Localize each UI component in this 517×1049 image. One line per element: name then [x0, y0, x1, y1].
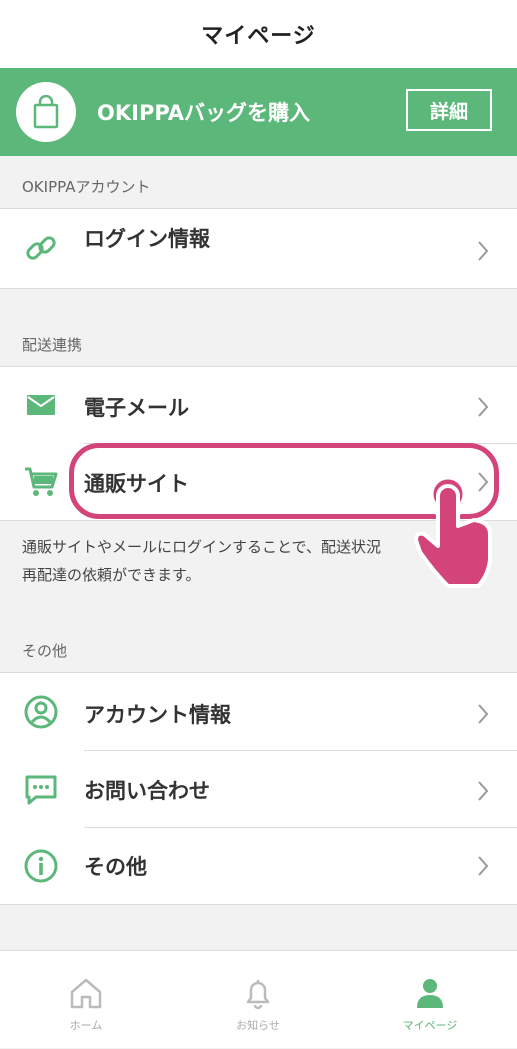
page-title: マイページ [201, 24, 316, 49]
delivery-note: 通販サイトやメールにログインすることで、配送状況 再配達の依頼ができます。 [22, 533, 381, 589]
cart-icon [22, 463, 60, 501]
divider [0, 288, 517, 289]
section-label-other: その他 [22, 642, 68, 660]
tab-bar: ホーム お知らせ マイページ [0, 950, 517, 1048]
banner-text: OKIPPAバッグを購入 [97, 101, 311, 125]
bag-icon [16, 82, 76, 142]
tab-notifications[interactable]: お知らせ [172, 951, 344, 1049]
chat-icon [22, 771, 60, 809]
tap-hand-icon [414, 470, 492, 588]
mail-icon [22, 386, 60, 424]
chevron-right-icon [478, 241, 489, 261]
chevron-right-icon [478, 397, 489, 417]
purchase-banner[interactable]: OKIPPAバッグを購入 詳細 [0, 68, 517, 156]
bell-icon [246, 980, 270, 1010]
row-other[interactable]: その他 [0, 828, 517, 904]
row-account-info[interactable]: アカウント情報 [0, 673, 517, 750]
chevron-right-icon [478, 856, 489, 876]
detail-button[interactable]: 詳細 [406, 89, 492, 131]
person-icon [417, 979, 443, 1008]
section-label-account: OKIPPAアカウント [22, 178, 151, 196]
divider [0, 904, 517, 905]
tab-label: ホーム [69, 1019, 103, 1032]
row-label: お問い合わせ [84, 779, 210, 803]
link-icon [22, 229, 60, 267]
tab-label: お知らせ [236, 1019, 280, 1032]
tab-home[interactable]: ホーム [0, 951, 172, 1049]
row-label: アカウント情報 [84, 703, 231, 727]
row-login-info[interactable]: ログイン情報 [0, 209, 517, 288]
info-icon [22, 847, 60, 885]
row-email[interactable]: 電子メール [0, 367, 517, 443]
app-header: マイページ [0, 0, 517, 68]
row-label: 電子メール [84, 396, 189, 420]
row-label: その他 [84, 855, 147, 879]
tab-label: マイページ [402, 1019, 458, 1032]
user-circle-icon [22, 693, 60, 731]
chevron-right-icon [478, 704, 489, 724]
note-line: 再配達の依頼ができます。 [22, 566, 201, 584]
section-label-delivery: 配送連携 [22, 336, 83, 354]
row-contact[interactable]: お問い合わせ [0, 751, 517, 827]
tab-mypage[interactable]: マイページ [344, 951, 516, 1049]
home-icon [70, 978, 102, 1009]
note-line: 通販サイトやメールにログインすることで、配送状況 [22, 538, 381, 556]
chevron-right-icon [478, 781, 489, 801]
row-label: ログイン情報 [84, 227, 210, 251]
